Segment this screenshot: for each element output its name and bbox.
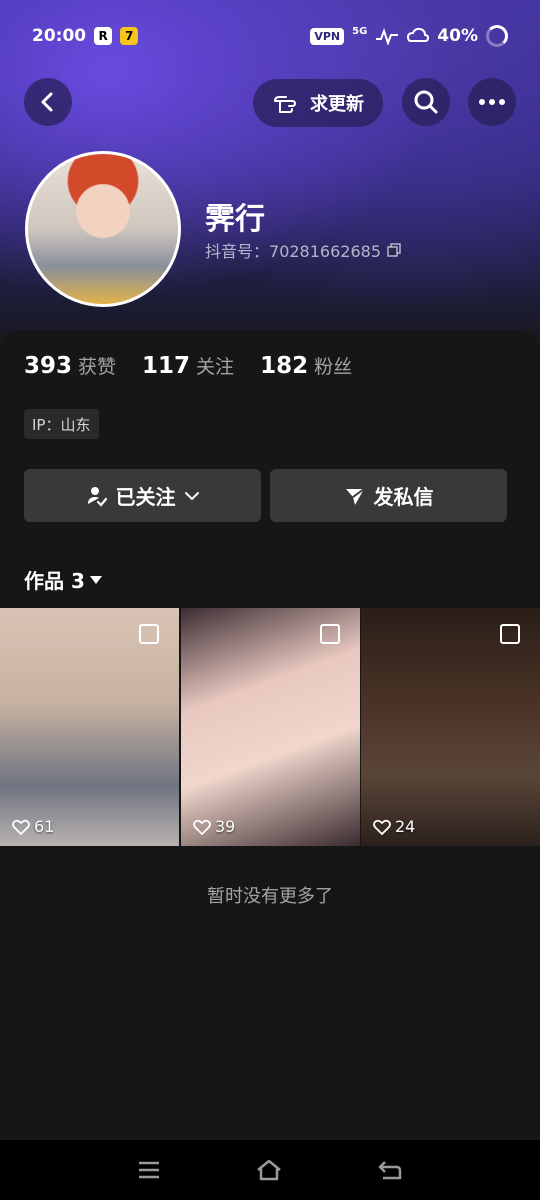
heart-icon xyxy=(12,819,30,835)
works-tab[interactable]: 作品 3 xyxy=(24,565,103,594)
battery-icon xyxy=(486,25,508,47)
user-check-icon xyxy=(87,486,107,507)
following-label: 已关注 xyxy=(115,485,176,509)
vpn-badge: VPN xyxy=(310,27,345,45)
copy-icon[interactable] xyxy=(387,243,401,257)
work-thumbnail[interactable]: 39 xyxy=(181,608,360,846)
select-checkbox-icon[interactable] xyxy=(320,624,340,644)
send-icon xyxy=(345,487,365,505)
app-badge-r-icon: R xyxy=(94,27,113,45)
stat-following-label: 关注 xyxy=(196,356,235,378)
likes-count: 61 xyxy=(12,817,54,836)
signal-icon xyxy=(376,28,399,45)
back-button[interactable] xyxy=(24,78,72,126)
stat-likes[interactable]: 393 获赞 xyxy=(24,352,116,379)
select-checkbox-icon[interactable] xyxy=(500,624,520,644)
home-icon[interactable] xyxy=(255,1158,283,1182)
stat-followers[interactable]: 182 粉丝 xyxy=(260,352,352,379)
network-label: 5G xyxy=(352,25,368,37)
request-update-label: 求更新 xyxy=(310,94,364,115)
search-icon xyxy=(414,90,438,114)
send-message-button[interactable]: 发私信 xyxy=(270,469,507,522)
likes-count: 39 xyxy=(193,817,235,836)
stat-following[interactable]: 117 关注 xyxy=(142,352,234,379)
works-title-text: 作品 3 xyxy=(24,565,85,594)
work-thumbnail[interactable]: 61 xyxy=(0,608,179,846)
app-badge-7-icon: 7 xyxy=(120,27,139,45)
douyin-id-text: 抖音号：70281662685 xyxy=(205,238,381,262)
hand-pointer-icon xyxy=(274,96,296,113)
stat-followers-value: 182 xyxy=(260,353,309,379)
battery-percent: 40% xyxy=(437,26,478,46)
heart-icon xyxy=(193,819,211,835)
no-more-content-text: 暂时没有更多了 xyxy=(207,886,333,907)
chevron-down-icon xyxy=(184,491,199,500)
status-time: 20:00 xyxy=(32,26,87,46)
following-button[interactable]: 已关注 xyxy=(24,469,261,522)
message-label: 发私信 xyxy=(373,485,434,509)
request-update-button[interactable]: 求更新 xyxy=(253,79,383,127)
works-title: 作品 xyxy=(24,569,64,593)
heart-icon xyxy=(373,819,391,835)
more-icon xyxy=(479,99,505,105)
likes-value: 24 xyxy=(395,817,416,836)
more-button[interactable] xyxy=(468,78,516,126)
douyin-id-value: 70281662685 xyxy=(269,242,381,261)
menu-icon[interactable] xyxy=(137,1160,161,1180)
wifi-cloud-icon xyxy=(407,27,430,42)
profile-name: 霁行 xyxy=(205,202,265,237)
work-thumbnail[interactable]: 24 xyxy=(361,608,540,846)
stat-likes-label: 获赞 xyxy=(78,356,117,378)
douyin-id-row: 抖音号：70281662685 xyxy=(205,238,401,262)
status-right: VPN 5G 40% xyxy=(310,25,508,47)
select-checkbox-icon[interactable] xyxy=(139,624,159,644)
stat-following-value: 117 xyxy=(142,353,191,379)
back-nav-icon[interactable] xyxy=(377,1159,403,1181)
stat-followers-label: 粉丝 xyxy=(314,356,353,378)
stats-row: 393 获赞 117 关注 182 粉丝 xyxy=(24,352,352,379)
status-left: 20:00 R 7 xyxy=(32,26,139,46)
likes-value: 39 xyxy=(215,817,236,836)
douyin-id-label: 抖音号： xyxy=(205,242,270,261)
works-count: 3 xyxy=(70,569,85,593)
likes-count: 24 xyxy=(373,817,415,836)
likes-value: 61 xyxy=(34,817,55,836)
system-nav-bar xyxy=(0,1140,540,1200)
works-grid: 61 39 24 xyxy=(0,608,540,846)
status-bar: 20:00 R 7 VPN 5G 40% xyxy=(0,0,540,72)
ip-label: IP： xyxy=(32,415,61,434)
back-icon xyxy=(41,92,53,112)
search-button[interactable] xyxy=(402,78,450,126)
stat-likes-value: 393 xyxy=(24,353,73,379)
ip-tag: IP： 山东 xyxy=(24,409,99,439)
avatar[interactable] xyxy=(25,151,181,307)
ip-value: 山东 xyxy=(60,415,91,434)
caret-down-icon xyxy=(89,575,102,584)
